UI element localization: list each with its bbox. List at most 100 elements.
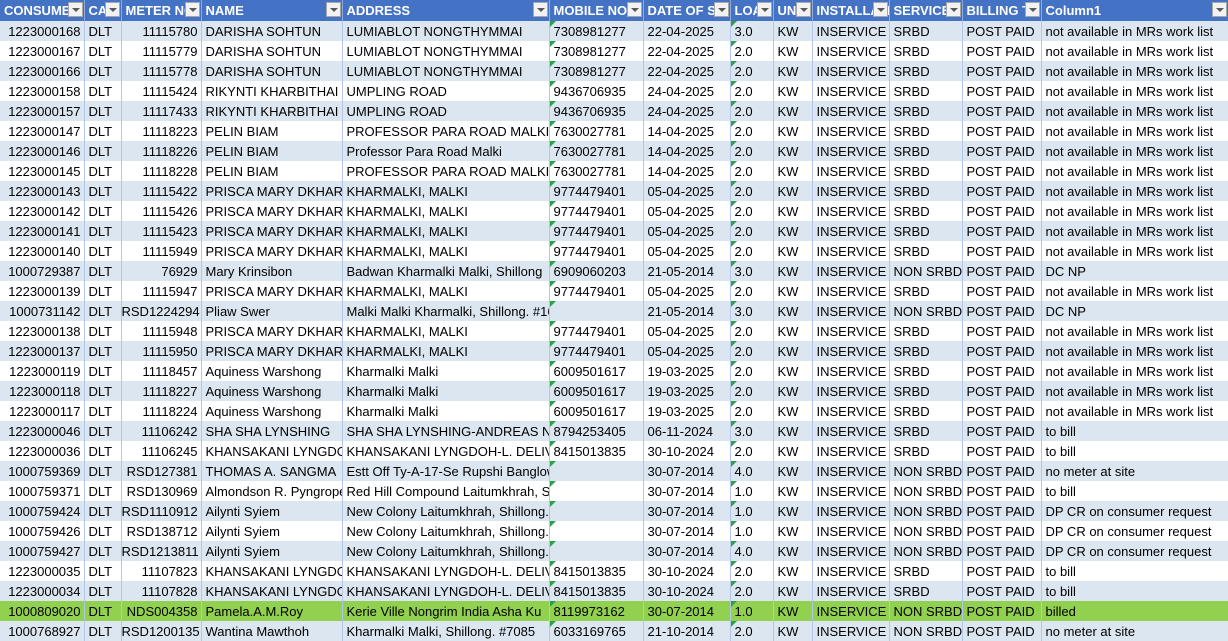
table-cell[interactable]: 2.0 bbox=[730, 121, 774, 141]
table-cell[interactable]: KHARMALKI, MALKI bbox=[342, 201, 550, 221]
table-cell[interactable]: POST PAID bbox=[962, 601, 1042, 621]
table-cell[interactable]: 8415013835 bbox=[549, 581, 644, 601]
table-cell[interactable]: SRBD bbox=[889, 401, 963, 421]
table-cell[interactable]: KW bbox=[773, 521, 813, 541]
table-cell[interactable]: KHARMALKI, MALKI bbox=[342, 221, 550, 241]
table-cell[interactable]: KHARMALKI, MALKI bbox=[342, 321, 550, 341]
table-cell[interactable]: POST PAID bbox=[962, 61, 1042, 81]
table-cell[interactable]: DLT bbox=[84, 21, 122, 41]
table-cell[interactable]: 2.0 bbox=[730, 281, 774, 301]
filter-dropdown-icon[interactable] bbox=[872, 2, 888, 17]
table-cell[interactable]: to bill bbox=[1041, 561, 1228, 581]
table-cell[interactable]: 2.0 bbox=[730, 241, 774, 261]
table-cell[interactable]: DP CR on consumer request bbox=[1041, 521, 1228, 541]
table-cell[interactable]: DLT bbox=[84, 241, 122, 261]
table-cell[interactable]: DLT bbox=[84, 381, 122, 401]
table-cell[interactable]: New Colony Laitumkhrah, Shillong. #62597 bbox=[342, 501, 550, 521]
table-cell[interactable]: NON SRBD bbox=[889, 261, 963, 281]
table-cell[interactable]: 2.0 bbox=[730, 181, 774, 201]
table-cell[interactable]: 1223000117 bbox=[0, 401, 85, 421]
table-cell[interactable]: RSD1213811 bbox=[121, 541, 202, 561]
table-cell[interactable]: DLT bbox=[84, 141, 122, 161]
table-cell[interactable]: POST PAID bbox=[962, 281, 1042, 301]
table-cell[interactable]: 21-05-2014 bbox=[643, 261, 731, 281]
table-cell[interactable]: POST PAID bbox=[962, 541, 1042, 561]
table-cell[interactable]: INSERVICE bbox=[812, 121, 890, 141]
table-cell[interactable]: LUMIABLOT NONGTHYMMAI bbox=[342, 21, 550, 41]
table-cell[interactable]: 1000759371 bbox=[0, 481, 85, 501]
table-cell[interactable]: SRBD bbox=[889, 221, 963, 241]
table-cell[interactable]: KW bbox=[773, 381, 813, 401]
table-cell[interactable]: Pliaw Swer bbox=[201, 301, 343, 321]
table-cell[interactable]: Pamela.A.M.Roy bbox=[201, 601, 343, 621]
table-cell[interactable]: 1000759369 bbox=[0, 461, 85, 481]
table-cell[interactable]: 9774479401 bbox=[549, 341, 644, 361]
column-header[interactable]: NAME bbox=[201, 0, 343, 21]
table-cell[interactable]: 7630027781 bbox=[549, 161, 644, 181]
table-cell[interactable]: 1223000145 bbox=[0, 161, 85, 181]
table-cell[interactable]: PROFESSOR PARA ROAD MALKI bbox=[342, 161, 550, 181]
table-cell[interactable]: INSERVICE bbox=[812, 401, 890, 421]
table-cell[interactable]: 11115426 bbox=[121, 201, 202, 221]
table-cell[interactable]: SRBD bbox=[889, 101, 963, 121]
table-cell[interactable]: Kharmalki Malki bbox=[342, 401, 550, 421]
table-cell[interactable]: KW bbox=[773, 161, 813, 181]
table-cell[interactable]: KW bbox=[773, 601, 813, 621]
table-cell[interactable]: SHA SHA LYNSHING bbox=[201, 421, 343, 441]
table-cell[interactable]: POST PAID bbox=[962, 221, 1042, 241]
table-cell[interactable]: KW bbox=[773, 101, 813, 121]
table-cell[interactable]: PRISCA MARY DKHAR bbox=[201, 341, 343, 361]
filter-dropdown-icon[interactable] bbox=[756, 2, 772, 17]
table-cell[interactable]: 1000768927 bbox=[0, 621, 85, 641]
table-cell[interactable]: RIKYNTI KHARBITHAI bbox=[201, 101, 343, 121]
table-cell[interactable]: PRISCA MARY DKHAR bbox=[201, 241, 343, 261]
table-cell[interactable]: POST PAID bbox=[962, 261, 1042, 281]
table-cell[interactable]: INSERVICE bbox=[812, 101, 890, 121]
table-cell[interactable]: 2.0 bbox=[730, 581, 774, 601]
table-cell[interactable]: 3.0 bbox=[730, 21, 774, 41]
table-cell[interactable]: 1000731142 bbox=[0, 301, 85, 321]
table-cell[interactable]: KHARMALKI, MALKI bbox=[342, 241, 550, 261]
table-cell[interactable]: DP CR on consumer request bbox=[1041, 541, 1228, 561]
table-cell[interactable]: Kharmalki Malki bbox=[342, 381, 550, 401]
table-cell[interactable]: DLT bbox=[84, 601, 122, 621]
table-cell[interactable]: DLT bbox=[84, 421, 122, 441]
table-cell[interactable] bbox=[549, 521, 644, 541]
table-cell[interactable]: 11115424 bbox=[121, 81, 202, 101]
table-cell[interactable]: KW bbox=[773, 81, 813, 101]
table-cell[interactable]: 7630027781 bbox=[549, 141, 644, 161]
table-cell[interactable]: POST PAID bbox=[962, 561, 1042, 581]
table-cell[interactable]: DP CR on consumer request bbox=[1041, 501, 1228, 521]
table-cell[interactable]: 1223000158 bbox=[0, 81, 85, 101]
table-cell[interactable]: DLT bbox=[84, 201, 122, 221]
table-cell[interactable]: 1000729387 bbox=[0, 261, 85, 281]
table-cell[interactable]: DC NP bbox=[1041, 301, 1228, 321]
table-cell[interactable]: 9774479401 bbox=[549, 201, 644, 221]
table-cell[interactable]: not available in MRs work list bbox=[1041, 241, 1228, 261]
table-cell[interactable]: not available in MRs work list bbox=[1041, 101, 1228, 121]
table-cell[interactable]: KW bbox=[773, 321, 813, 341]
table-cell[interactable]: PELIN BIAM bbox=[201, 121, 343, 141]
table-cell[interactable]: DLT bbox=[84, 501, 122, 521]
table-cell[interactable]: 22-04-2025 bbox=[643, 41, 731, 61]
table-cell[interactable]: 2.0 bbox=[730, 381, 774, 401]
table-cell[interactable]: 11118228 bbox=[121, 161, 202, 181]
table-cell[interactable]: Red Hill Compound Laitumkhrah, Shillong.… bbox=[342, 481, 550, 501]
table-cell[interactable]: 11118223 bbox=[121, 121, 202, 141]
table-cell[interactable]: 8119973162 bbox=[549, 601, 644, 621]
table-cell[interactable]: 14-04-2025 bbox=[643, 141, 731, 161]
table-cell[interactable]: DLT bbox=[84, 221, 122, 241]
table-cell[interactable]: 11118457 bbox=[121, 361, 202, 381]
table-cell[interactable]: not available in MRs work list bbox=[1041, 181, 1228, 201]
table-cell[interactable]: KHANSAKANI LYNGDO bbox=[201, 561, 343, 581]
table-cell[interactable]: 05-04-2025 bbox=[643, 241, 731, 261]
table-cell[interactable]: 1223000118 bbox=[0, 381, 85, 401]
table-cell[interactable]: POST PAID bbox=[962, 621, 1042, 641]
table-cell[interactable]: RSD127381 bbox=[121, 461, 202, 481]
table-cell[interactable]: not available in MRs work list bbox=[1041, 21, 1228, 41]
filter-dropdown-icon[interactable] bbox=[626, 2, 642, 17]
table-cell[interactable]: LUMIABLOT NONGTHYMMAI bbox=[342, 41, 550, 61]
column-header[interactable]: UNIT bbox=[773, 0, 813, 21]
table-cell[interactable]: KW bbox=[773, 481, 813, 501]
table-cell[interactable]: POST PAID bbox=[962, 21, 1042, 41]
